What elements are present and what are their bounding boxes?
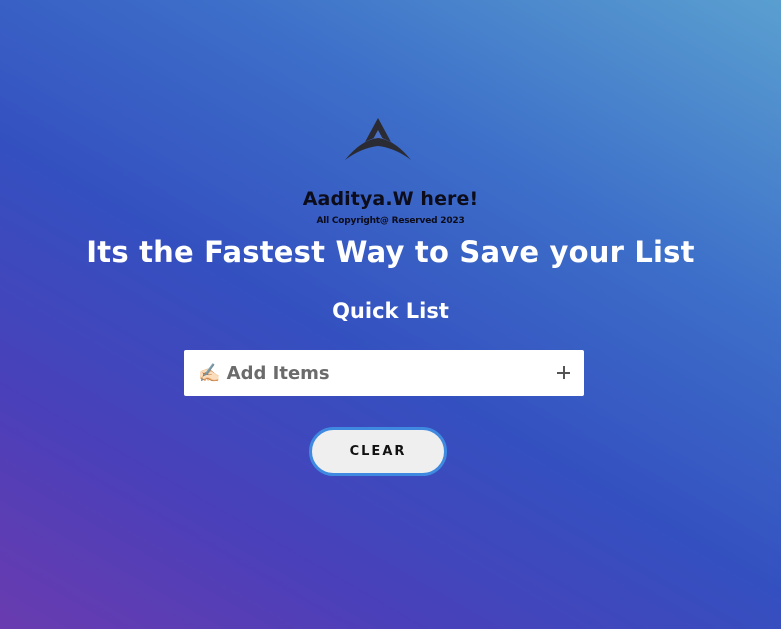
logo-icon xyxy=(345,118,411,160)
author-title: Aaditya.W here! xyxy=(302,188,479,210)
plus-icon[interactable] xyxy=(552,361,576,385)
quick-list-title: Quick List xyxy=(332,299,449,323)
add-items-input[interactable] xyxy=(184,350,544,396)
page: Aaditya.W here! All Copyright@ Reserved … xyxy=(0,0,781,629)
page-headline: Its the Fastest Way to Save your List xyxy=(86,235,695,269)
copyright-text: All Copyright@ Reserved 2023 xyxy=(316,216,465,226)
add-item-form xyxy=(184,350,584,396)
clear-button[interactable]: CLEAR xyxy=(309,427,447,476)
